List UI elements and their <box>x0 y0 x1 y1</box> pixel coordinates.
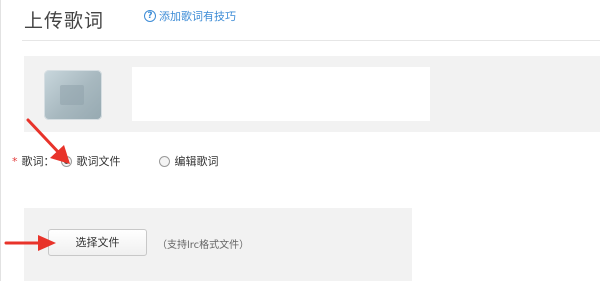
lyrics-tips-label: 添加歌词有技巧 <box>159 10 236 23</box>
album-cover-placeholder <box>60 85 84 105</box>
page-title: 上传歌词 <box>24 10 105 32</box>
lyrics-tips-link[interactable]: ? 添加歌词有技巧 <box>144 8 236 24</box>
song-info-card <box>24 56 600 132</box>
radio-edit-lyrics[interactable]: 编辑歌词 <box>158 153 219 169</box>
radio-edit-lyrics-label: 编辑歌词 <box>174 155 219 168</box>
album-cover-image <box>44 70 102 120</box>
song-info-area <box>132 67 430 121</box>
annotation-arrow-radio <box>26 118 70 164</box>
title-divider <box>22 40 600 41</box>
annotation-arrow-button <box>4 235 56 251</box>
radio-lyrics-file-label: 歌词文件 <box>76 155 121 168</box>
help-icon: ? <box>144 10 156 22</box>
required-mark: * <box>12 154 18 168</box>
file-format-hint: （支持lrc格式文件） <box>157 240 250 251</box>
radio-edit-lyrics-button[interactable] <box>158 155 170 167</box>
